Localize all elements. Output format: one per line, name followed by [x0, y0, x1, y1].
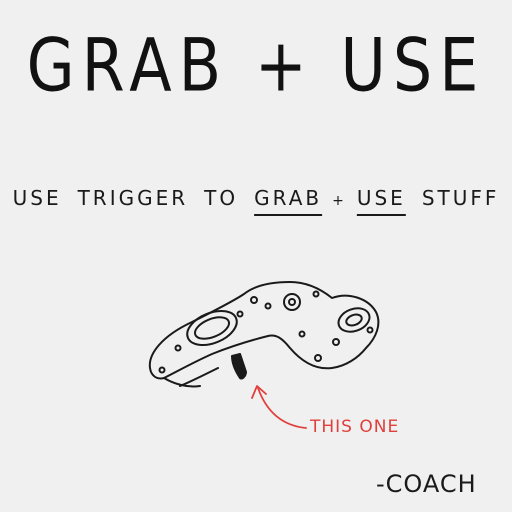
- instruction-word-stuff: STUFF: [421, 186, 500, 210]
- instruction-word-trigger: TRIGGER: [77, 186, 189, 210]
- instruction-plus: +: [332, 193, 347, 209]
- instruction-word-grab: GRAB: [254, 186, 323, 210]
- callout-arrow: [251, 385, 307, 429]
- instruction-text: USE TRIGGER TO GRAB + USE STUFF: [0, 186, 512, 210]
- instruction-word-use-2: USE: [356, 186, 406, 210]
- page-title: GRAB + USE: [26, 22, 486, 109]
- callout-label: THIS ONE: [310, 417, 400, 437]
- instruction-word-to: TO: [204, 186, 239, 210]
- instruction-word-use: USE: [12, 186, 62, 210]
- tutorial-card: GRAB + USE USE TRIGGER TO GRAB + USE STUFF: [0, 0, 512, 512]
- signature: -COACH: [376, 470, 477, 498]
